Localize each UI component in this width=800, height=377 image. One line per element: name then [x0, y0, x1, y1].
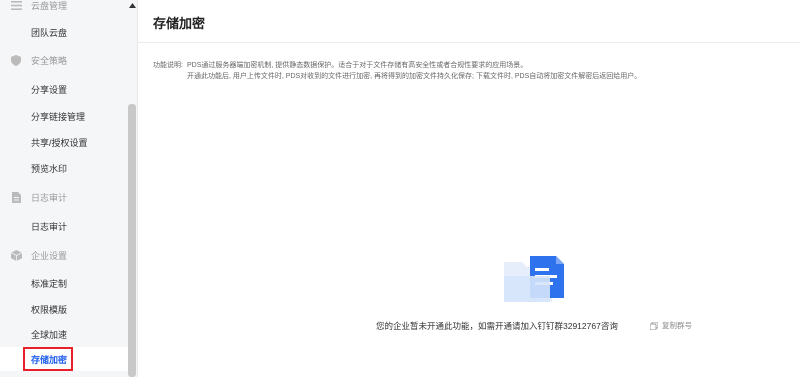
- sidebar-item-label: 分享链接管理: [31, 111, 86, 122]
- sidebar-item-label: 标准定制: [31, 278, 68, 289]
- title-divider: [138, 42, 800, 43]
- section-label: 日志审计: [31, 192, 68, 203]
- shield-icon: [10, 54, 22, 66]
- sidebar-item-label: 分享设置: [31, 84, 68, 95]
- section-label: 企业设置: [31, 250, 68, 261]
- sidebar: 云盘管理 团队云盘 安全策略 分享设置 分享链接管理 共享/授权设置 预览水印 …: [0, 0, 138, 377]
- copy-group-number-label: 复制群号: [662, 321, 692, 330]
- sidebar-item-share-link-management[interactable]: 分享链接管理: [0, 104, 128, 128]
- copy-group-number-button[interactable]: 复制群号: [650, 320, 692, 331]
- sidebar-item-team-drive[interactable]: 团队云盘: [0, 20, 128, 44]
- sidebar-item-label: 预览水印: [31, 163, 68, 174]
- section-enterprise-settings[interactable]: 企业设置: [0, 242, 128, 268]
- section-log-audit[interactable]: 日志审计: [0, 184, 128, 210]
- feature-description: 功能说明: PDS通过服务器端加密机制, 提供静态数据保护。适合于对于文件存储有…: [153, 60, 641, 82]
- sidebar-item-share-settings[interactable]: 分享设置: [0, 77, 128, 101]
- sidebar-item-storage-encryption[interactable]: 存储加密: [0, 347, 128, 371]
- cube-icon: [10, 249, 22, 261]
- list-icon: [10, 0, 22, 11]
- section-cloud-management[interactable]: 云盘管理: [0, 0, 128, 18]
- folder-document-icon: [502, 254, 566, 304]
- scroll-up-arrow-icon[interactable]: [129, 2, 136, 9]
- section-label: 云盘管理: [31, 0, 68, 11]
- sidebar-item-preview-watermark[interactable]: 预览水印: [0, 156, 128, 180]
- section-security-policy[interactable]: 安全策略: [0, 47, 128, 73]
- sidebar-item-standard-customization[interactable]: 标准定制: [0, 271, 128, 295]
- description-line-1: PDS通过服务器端加密机制, 提供静态数据保护。适合于对于文件存储有高安全性或者…: [187, 62, 528, 69]
- empty-state-message: 您的企业暂未开通此功能，如需开通请加入钉钉群32912767咨询: [376, 321, 618, 331]
- sidebar-item-permission-template[interactable]: 权限模版: [0, 297, 128, 321]
- description-line-2: 开通此功能后, 用户上传文件时, PDS对收到的文件进行加密, 再将得到的加密文…: [187, 73, 642, 80]
- sidebar-item-log-audit[interactable]: 日志审计: [0, 214, 128, 238]
- sidebar-item-label: 团队云盘: [31, 27, 68, 38]
- sidebar-item-label: 权限模版: [31, 304, 68, 315]
- copy-icon: [650, 321, 658, 330]
- description-label: 功能说明:: [153, 62, 183, 69]
- sidebar-item-label: 存储加密: [31, 354, 68, 365]
- main-content: 存储加密 功能说明: PDS通过服务器端加密机制, 提供静态数据保护。适合于对于…: [138, 0, 800, 377]
- sidebar-item-label: 日志审计: [31, 221, 68, 232]
- sidebar-item-label: 共享/授权设置: [31, 137, 88, 148]
- section-label: 安全策略: [31, 55, 68, 66]
- sidebar-item-share-authorization-settings[interactable]: 共享/授权设置: [0, 130, 128, 154]
- document-icon: [10, 191, 22, 203]
- scrollbar-thumb[interactable]: [128, 104, 136, 377]
- sidebar-item-global-acceleration[interactable]: 全球加速: [0, 322, 128, 346]
- sidebar-item-label: 全球加速: [31, 329, 68, 340]
- page-title: 存储加密: [153, 16, 206, 31]
